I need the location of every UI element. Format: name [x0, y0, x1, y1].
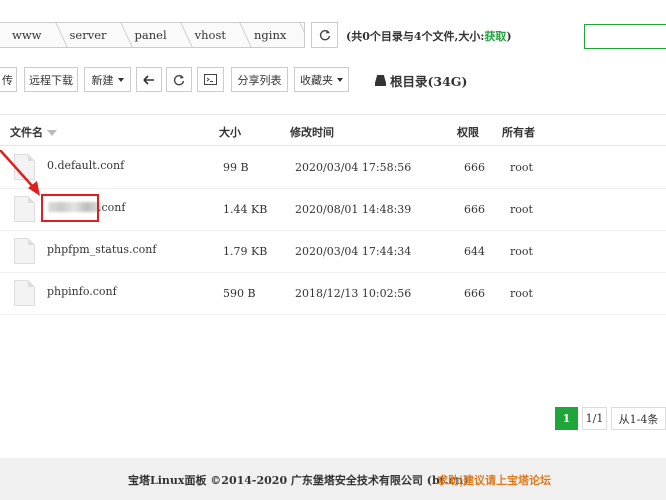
breadcrumb-item-nginx[interactable]: nginx — [242, 23, 302, 47]
directory-summary: (共0个目录与4个文件,大小:获取) — [346, 28, 512, 44]
refresh-path-button[interactable] — [311, 22, 338, 48]
share-list-label: 分享列表 — [237, 73, 282, 87]
root-directory-button[interactable]: 根目录(34G) — [375, 71, 467, 90]
column-header-size[interactable]: 大小 — [219, 124, 241, 140]
refresh-icon — [173, 74, 185, 85]
file-size: 99 B — [223, 161, 249, 174]
file-icon — [14, 238, 35, 264]
favorites-label: 收藏夹 — [300, 73, 333, 87]
file-table-header: 文件名 大小 修改时间 权限 所有者 — [0, 114, 666, 146]
file-mtime: 2020/08/01 14:48:39 — [295, 203, 412, 216]
chevron-down-icon — [337, 77, 343, 82]
file-permission[interactable]: 666 — [464, 161, 485, 174]
sort-down-icon — [47, 130, 57, 136]
table-row[interactable]: phpfpm_status.conf 1.79 KB 2020/03/04 17… — [0, 231, 666, 273]
file-name[interactable]: .conf — [98, 201, 125, 214]
terminal-button[interactable] — [197, 67, 224, 92]
remote-download-label: 远程下载 — [29, 73, 73, 87]
new-label: 新建 — [91, 73, 114, 87]
remote-download-button[interactable]: 远程下载 — [24, 67, 78, 92]
get-size-link[interactable]: 获取 — [484, 30, 506, 43]
file-owner[interactable]: root — [510, 287, 533, 300]
file-size: 1.44 KB — [223, 203, 268, 216]
file-permission[interactable]: 666 — [464, 287, 485, 300]
directory-summary-text: (共0个目录与4个文件,大小: — [346, 30, 485, 43]
pagination-current-page[interactable]: 1 — [555, 407, 578, 430]
file-name[interactable]: phpinfo.conf — [47, 285, 117, 298]
file-owner[interactable]: root — [510, 245, 533, 258]
table-row[interactable]: phpinfo.conf 590 B 2018/12/13 10:02:56 6… — [0, 273, 666, 315]
file-icon — [14, 280, 35, 306]
file-manager-panel: www server panel vhost nginx (共0个目录与4个文件… — [0, 0, 666, 458]
refresh-button[interactable] — [166, 67, 192, 92]
file-mtime: 2020/03/04 17:44:34 — [295, 245, 412, 258]
root-directory-label: 根目录(34G) — [390, 74, 468, 89]
new-dropdown-button[interactable]: 新建 — [84, 67, 131, 92]
column-header-mtime[interactable]: 修改时间 — [290, 124, 334, 140]
breadcrumb-item-panel[interactable]: panel — [123, 23, 183, 47]
file-owner[interactable]: root — [510, 203, 533, 216]
annotation-arrow-icon — [0, 150, 40, 196]
breadcrumb-item-server[interactable]: server — [58, 23, 123, 47]
search-input[interactable] — [584, 24, 666, 49]
file-size: 590 B — [223, 287, 256, 300]
file-owner[interactable]: root — [510, 161, 533, 174]
footer-copyright: 宝塔Linux面板 ©2014-2020 广东堡塔安全技术有限公司 (bt.cn… — [128, 474, 469, 487]
pagination-pages: 1/1 — [582, 407, 607, 430]
file-mtime: 2020/03/04 17:58:56 — [295, 161, 412, 174]
directory-summary-close: ) — [506, 30, 512, 43]
back-button[interactable] — [136, 67, 162, 92]
highlight-box — [41, 194, 99, 222]
upload-label: 传 — [2, 73, 13, 87]
favorites-dropdown-button[interactable]: 收藏夹 — [294, 67, 349, 92]
chevron-down-icon — [117, 77, 124, 82]
hard-disk-icon — [375, 75, 386, 86]
forum-help-link[interactable]: 求助|建议请上宝塔论坛 — [437, 472, 551, 488]
path-breadcrumb: www server panel vhost nginx — [0, 22, 305, 48]
column-header-permission: 权限 — [457, 126, 479, 139]
arrow-left-icon — [143, 74, 154, 85]
breadcrumb-item-vhost[interactable]: vhost — [183, 23, 242, 47]
file-permission[interactable]: 666 — [464, 203, 485, 216]
file-mtime: 2018/12/13 10:02:56 — [295, 287, 412, 300]
pagination-range: 从1-4条 — [611, 407, 666, 430]
file-name[interactable]: phpfpm_status.conf — [47, 243, 156, 256]
file-permission[interactable]: 644 — [464, 245, 485, 258]
column-header-owner: 所有者 — [502, 126, 535, 139]
refresh-icon — [319, 30, 330, 41]
file-name[interactable]: 0.default.conf — [47, 159, 124, 172]
upload-button[interactable]: 传 — [0, 67, 17, 92]
column-header-name[interactable]: 文件名 — [10, 124, 57, 140]
breadcrumb-item-www[interactable]: www — [0, 23, 58, 47]
table-row[interactable]: .conf 1.44 KB 2020/08/01 14:48:39 666 ro… — [0, 189, 666, 231]
share-list-button[interactable]: 分享列表 — [231, 67, 288, 92]
table-row[interactable]: 0.default.conf 99 B 2020/03/04 17:58:56 … — [0, 147, 666, 189]
terminal-icon — [204, 74, 217, 85]
file-size: 1.79 KB — [223, 245, 268, 258]
